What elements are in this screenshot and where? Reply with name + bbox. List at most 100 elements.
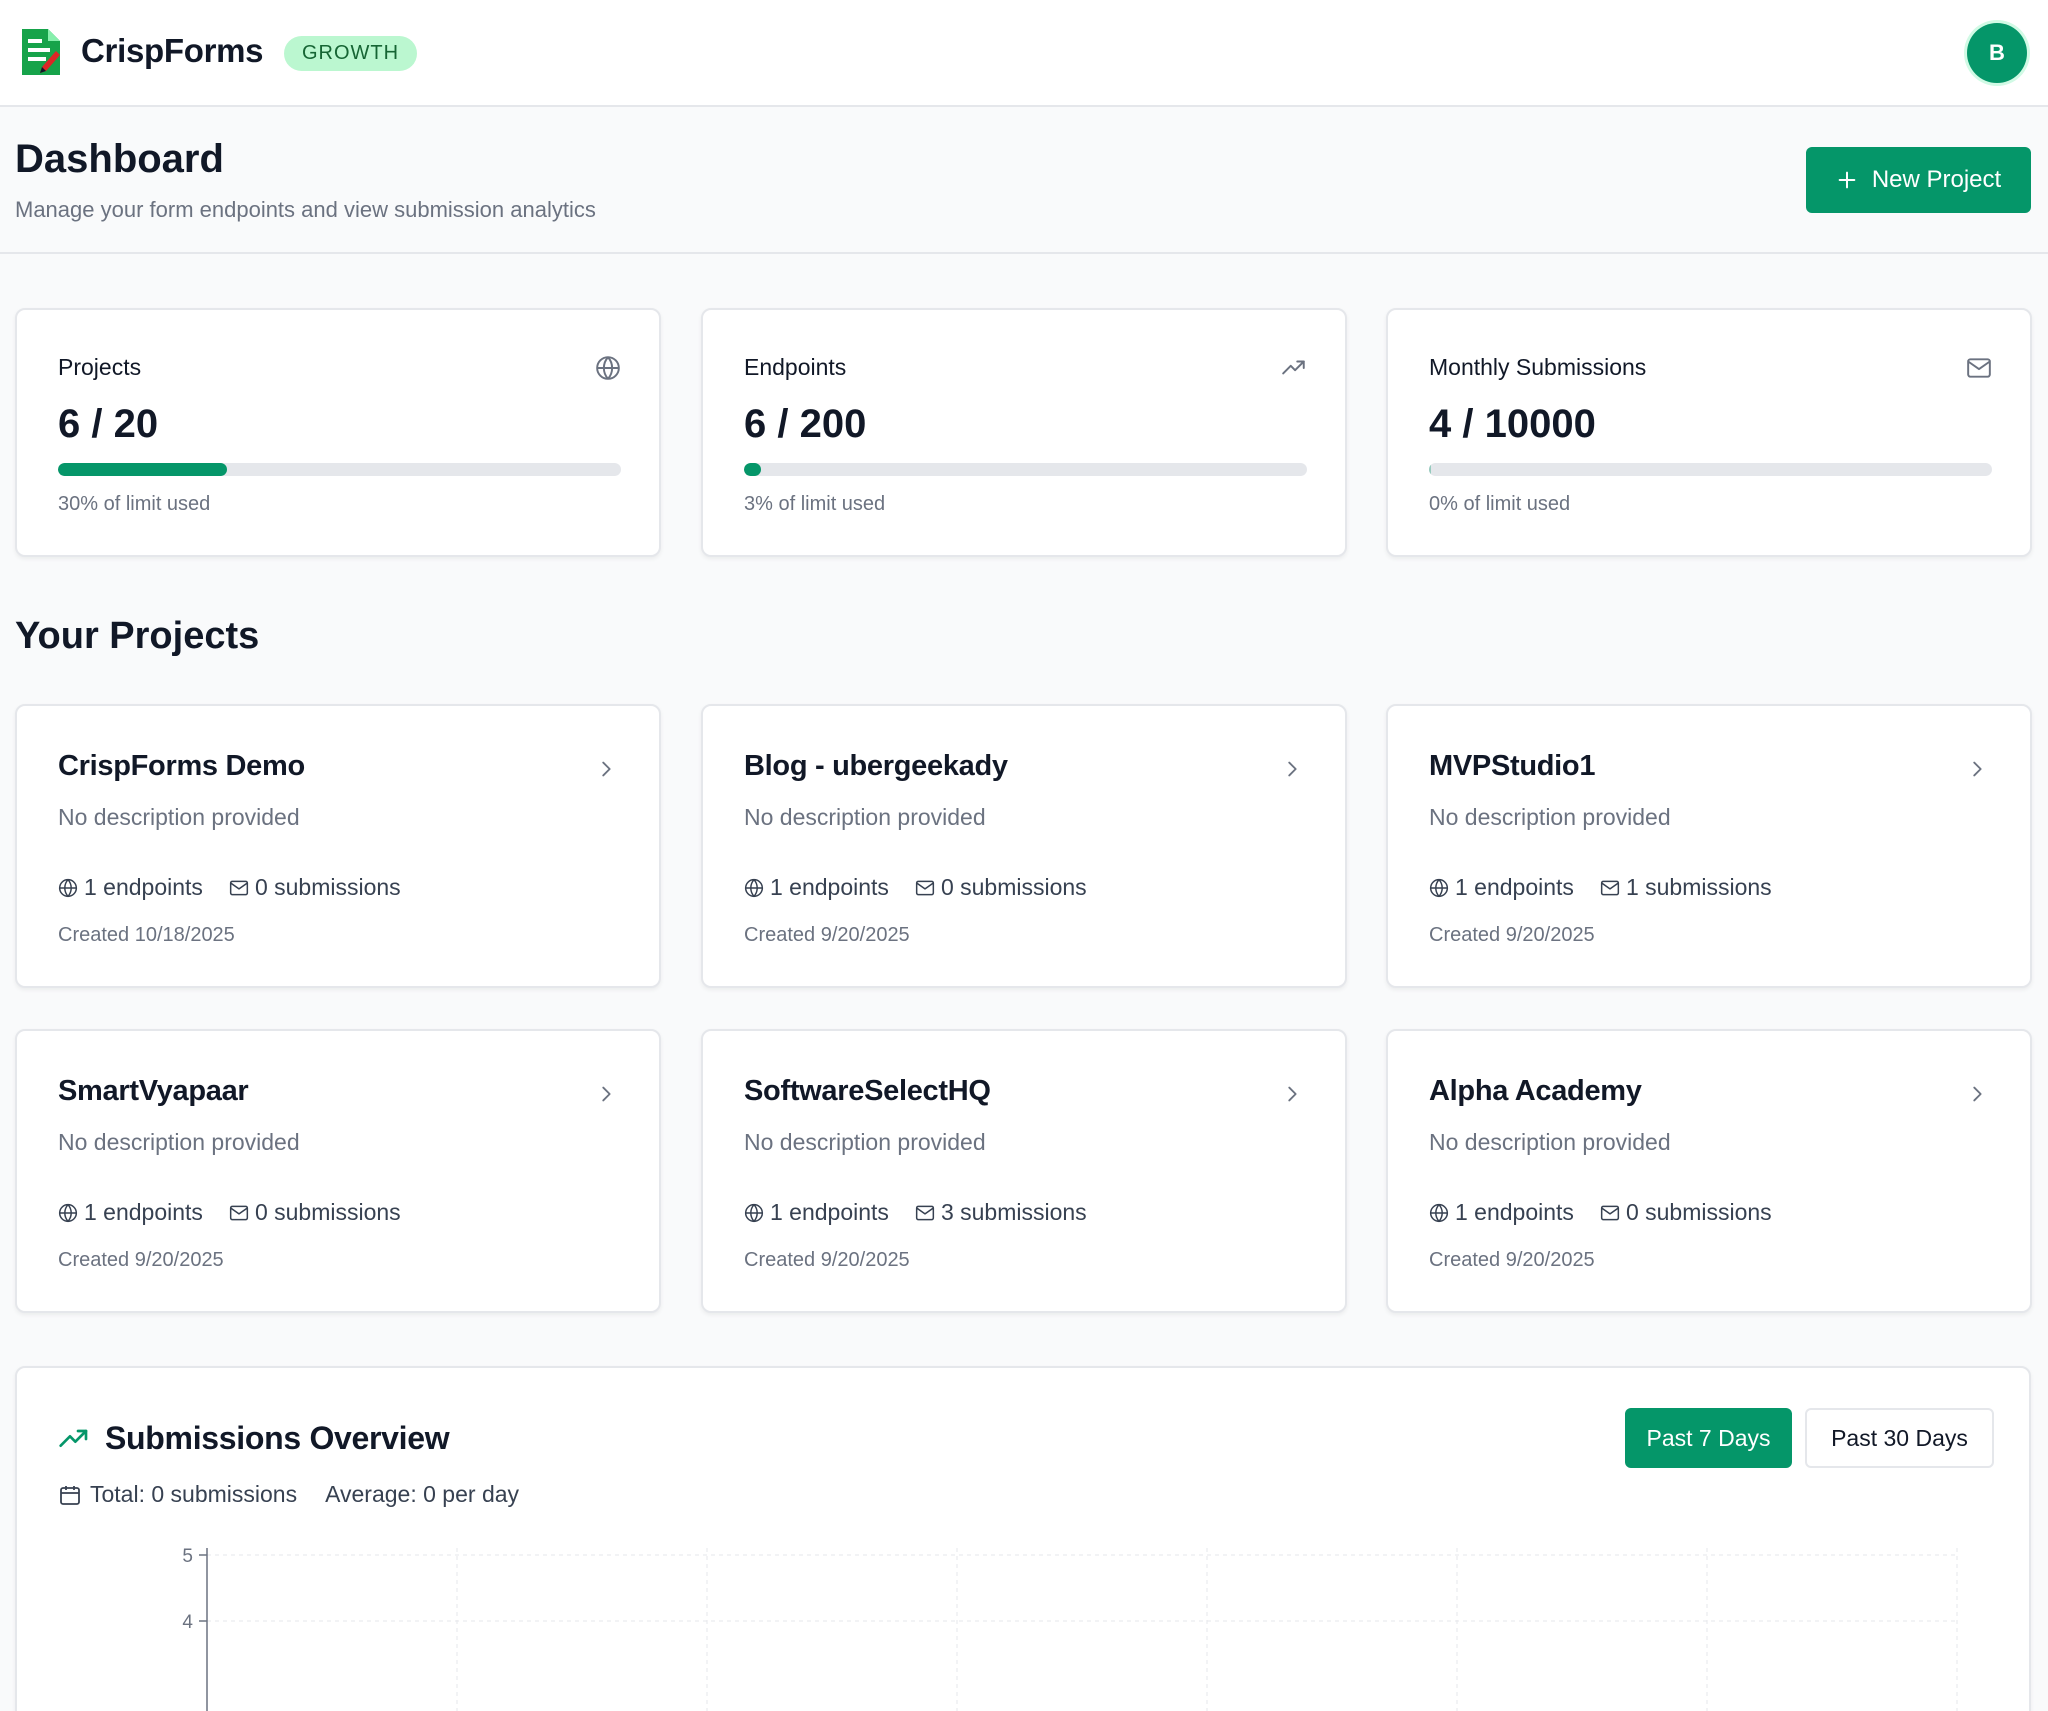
globe-icon: [1429, 1203, 1449, 1222]
project-created-date: Created 10/18/2025: [58, 924, 235, 946]
mail-icon: [229, 1205, 249, 1220]
stat-card-monthly-submissions: Monthly Submissions 4 / 10000 0% of limi…: [1386, 308, 2032, 557]
endpoints-count: 1 endpoints: [744, 1199, 889, 1226]
endpoints-count: 1 endpoints: [744, 874, 889, 901]
project-name[interactable]: SoftwareSelectHQ: [744, 1075, 991, 1108]
project-description: No description provided: [744, 804, 986, 830]
stat-caption: 3% of limit used: [744, 493, 886, 515]
mail-icon: [1967, 358, 1991, 378]
submissions-text: 0 submissions: [940, 874, 1087, 900]
endpoints-text: 1 endpoints: [770, 1199, 889, 1225]
submissions-overview-card: Submissions Overview Total: 0 submission…: [15, 1366, 2031, 1711]
globe-icon: [744, 878, 764, 897]
overview-stats: Total: 0 submissions Average: 0 per day: [58, 1481, 519, 1508]
submissions-count: 0 submissions: [1600, 1199, 1772, 1226]
mail-icon: [915, 1205, 935, 1220]
chevron-right-icon[interactable]: [595, 1083, 617, 1105]
mail-icon: [915, 880, 935, 895]
project-meta: 1 endpoints 0 submissions: [1429, 1199, 1798, 1226]
page-title: Dashboard: [15, 137, 224, 181]
project-meta: 1 endpoints 0 submissions: [58, 874, 427, 901]
endpoints-text: 1 endpoints: [770, 874, 889, 900]
project-meta: 1 endpoints 3 submissions: [744, 1199, 1113, 1226]
project-meta: 1 endpoints 1 submissions: [1429, 874, 1798, 901]
project-card-3[interactable]: MVPStudio1 No description provided 1 end…: [1386, 704, 2032, 988]
project-created-date: Created 9/20/2025: [744, 1249, 910, 1271]
page-subtitle: Manage your form endpoints and view subm…: [15, 197, 596, 222]
endpoints-count: 1 endpoints: [1429, 1199, 1574, 1226]
stat-card-projects: Projects 6 / 20 30% of limit used: [15, 308, 661, 557]
endpoints-count: 1 endpoints: [58, 874, 203, 901]
range-past-30-days-button[interactable]: Past 30 Days: [1805, 1408, 1994, 1468]
chevron-right-icon[interactable]: [1966, 758, 1988, 780]
project-meta: 1 endpoints 0 submissions: [58, 1199, 427, 1226]
globe-icon: [58, 1203, 78, 1222]
y-tick-label: 5: [182, 1548, 193, 1567]
globe-icon: [596, 356, 620, 380]
submissions-chart: 54: [182, 1548, 1958, 1711]
project-created-date: Created 9/20/2025: [744, 924, 910, 946]
submissions-text: 0 submissions: [254, 1199, 401, 1225]
progress-fill: [744, 463, 761, 476]
plan-badge: GROWTH: [284, 36, 418, 71]
mail-icon: [1600, 880, 1620, 895]
submissions-text: 3 submissions: [940, 1199, 1087, 1225]
project-name[interactable]: Alpha Academy: [1429, 1075, 1642, 1108]
stat-caption: 30% of limit used: [58, 493, 211, 515]
overview-title: Submissions Overview: [105, 1420, 450, 1456]
globe-icon: [58, 878, 78, 897]
project-description: No description provided: [58, 804, 300, 830]
project-name[interactable]: CrispForms Demo: [58, 750, 305, 783]
project-name[interactable]: SmartVyapaar: [58, 1075, 249, 1108]
endpoints-text: 1 endpoints: [1455, 1199, 1574, 1225]
submissions-count: 3 submissions: [915, 1199, 1087, 1226]
user-avatar[interactable]: B: [1967, 23, 2027, 83]
stat-value: 6 / 20: [58, 402, 159, 446]
project-card-2[interactable]: Blog - ubergeekady No description provid…: [701, 704, 1347, 988]
submissions-count: 1 submissions: [1600, 874, 1772, 901]
progress-bar: [1429, 463, 1992, 476]
new-project-button[interactable]: New Project: [1806, 147, 2031, 213]
overview-total: Total: 0 submissions: [90, 1481, 298, 1507]
stat-card-endpoints: Endpoints 6 / 200 3% of limit used: [701, 308, 1347, 557]
calendar-icon: [60, 1485, 80, 1505]
stat-value: 6 / 200: [744, 402, 867, 446]
plus-icon: [1838, 171, 1856, 189]
globe-icon: [744, 1203, 764, 1222]
submissions-count: 0 submissions: [229, 874, 401, 901]
submissions-text: 0 submissions: [1625, 1199, 1772, 1225]
chevron-right-icon[interactable]: [595, 758, 617, 780]
endpoints-text: 1 endpoints: [84, 874, 203, 900]
progress-fill: [1429, 463, 1432, 476]
y-tick-label: 4: [182, 1612, 193, 1633]
project-card-5[interactable]: SoftwareSelectHQ No description provided…: [701, 1029, 1347, 1313]
project-card-6[interactable]: Alpha Academy No description provided 1 …: [1386, 1029, 2032, 1313]
project-meta: 1 endpoints 0 submissions: [744, 874, 1113, 901]
overview-average: Average: 0 per day: [325, 1481, 520, 1507]
project-card-1[interactable]: CrispForms Demo No description provided …: [15, 704, 661, 988]
project-card-4[interactable]: SmartVyapaar No description provided 1 e…: [15, 1029, 661, 1313]
globe-icon: [1429, 878, 1449, 897]
progress-fill: [58, 463, 227, 476]
new-project-label: New Project: [1871, 166, 2002, 193]
range-past-7-days-button[interactable]: Past 7 Days: [1625, 1408, 1792, 1468]
stat-label: Monthly Submissions: [1429, 354, 1647, 380]
trending-up-icon: [1282, 360, 1305, 375]
logo-icon[interactable]: [20, 27, 62, 77]
endpoints-count: 1 endpoints: [1429, 874, 1574, 901]
stat-caption: 0% of limit used: [1429, 493, 1571, 515]
chevron-right-icon[interactable]: [1966, 1083, 1988, 1105]
progress-bar: [58, 463, 621, 476]
submissions-count: 0 submissions: [915, 874, 1087, 901]
page-header: [0, 107, 2048, 254]
project-description: No description provided: [58, 1129, 300, 1155]
project-name[interactable]: Blog - ubergeekady: [744, 750, 1008, 783]
project-name[interactable]: MVPStudio1: [1429, 750, 1595, 783]
chevron-right-icon[interactable]: [1281, 1083, 1303, 1105]
stat-label: Endpoints: [744, 354, 847, 380]
project-description: No description provided: [744, 1129, 986, 1155]
submissions-text: 1 submissions: [1625, 874, 1772, 900]
project-description: No description provided: [1429, 1129, 1671, 1155]
brand-name[interactable]: CrispForms: [81, 32, 264, 70]
chevron-right-icon[interactable]: [1281, 758, 1303, 780]
